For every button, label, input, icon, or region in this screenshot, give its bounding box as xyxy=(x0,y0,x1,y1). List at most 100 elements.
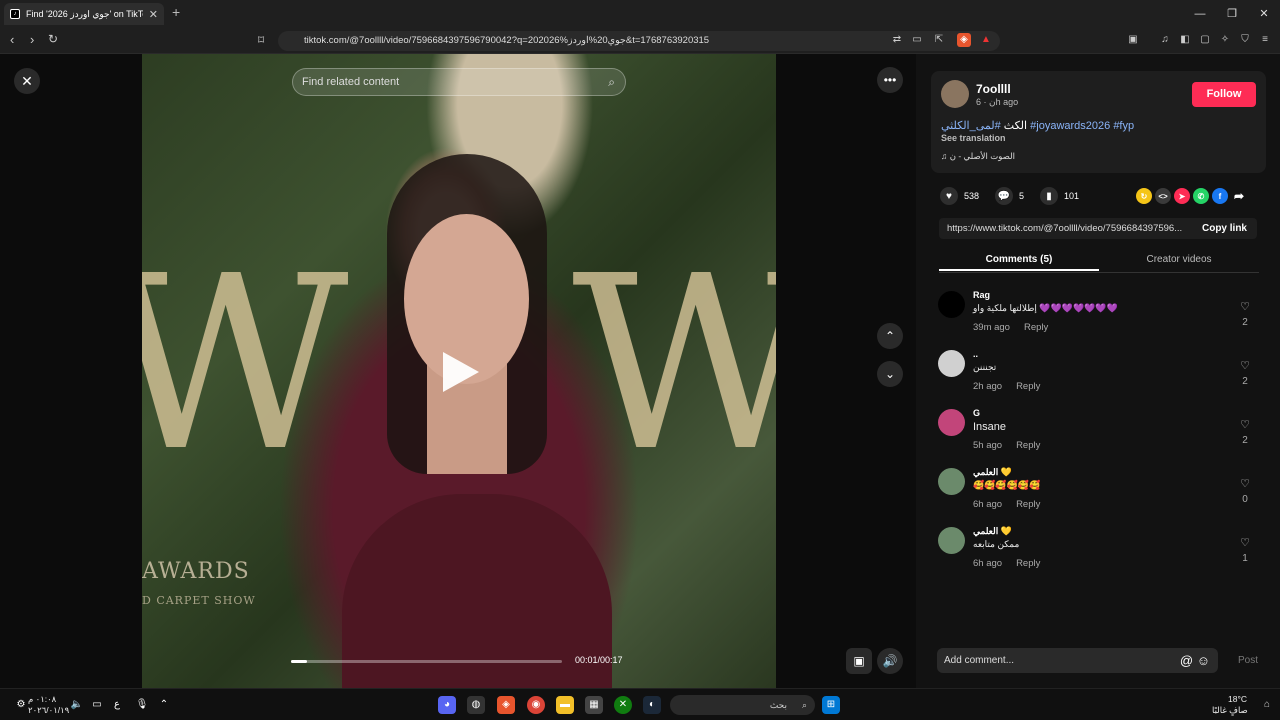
chrome-icon[interactable]: ◉ xyxy=(527,696,545,714)
weather-desc[interactable]: صافٍ غالبًا xyxy=(1212,705,1248,716)
comment-like-icon[interactable]: ♡ xyxy=(1240,536,1250,549)
emoji-icon[interactable]: ☺ xyxy=(1197,653,1210,668)
microphone-icon[interactable]: 🎙 xyxy=(133,696,151,714)
next-video-button[interactable]: ⌄ xyxy=(877,361,903,387)
reply-button[interactable]: Reply xyxy=(1024,322,1048,333)
comment-icon[interactable]: 💬 xyxy=(995,187,1014,205)
wallet-icon[interactable]: ▣ xyxy=(1126,33,1140,47)
related-search-input[interactable]: Find related content ⌕ xyxy=(292,68,626,96)
send-icon[interactable]: ➤ xyxy=(1174,188,1190,204)
language-indicator[interactable]: ع xyxy=(108,696,126,714)
taskbar-search[interactable]: بحث ⌕ xyxy=(670,695,815,715)
music-link[interactable]: ♫ الصوت الأصلي - ن xyxy=(941,151,1015,162)
creator-avatar[interactable] xyxy=(941,80,969,108)
volume-icon[interactable]: 🔊 xyxy=(877,648,903,674)
search-icon[interactable]: ⌕ xyxy=(608,69,615,95)
bookmark-icon[interactable]: ⌑ xyxy=(258,33,264,47)
repost-icon[interactable]: ↻ xyxy=(1136,188,1152,204)
commenter-name[interactable]: Rag xyxy=(973,290,990,300)
previous-video-button[interactable]: ⌃ xyxy=(877,323,903,349)
app-icon[interactable]: ◍ xyxy=(467,696,485,714)
bookmark-save-icon[interactable]: ▮ xyxy=(1040,187,1059,205)
whatsapp-icon[interactable]: ✆ xyxy=(1193,188,1209,204)
brave-icon[interactable]: ◈ xyxy=(497,696,515,714)
commenter-avatar[interactable] xyxy=(938,291,965,318)
file-explorer-icon[interactable]: ▬ xyxy=(556,696,574,714)
post-description: الكث #لمى_الكلثي #joyawards2026 #fyp xyxy=(941,119,1134,132)
commenter-name[interactable]: العلمي 💛 xyxy=(973,467,1012,478)
rewards-icon[interactable]: ▲ xyxy=(979,33,993,47)
minimize-button[interactable]: — xyxy=(1184,0,1216,28)
maximize-button[interactable]: ❐ xyxy=(1216,0,1248,28)
post-comment-button[interactable]: Post xyxy=(1238,655,1258,666)
back-icon[interactable]: ‹ xyxy=(10,32,14,47)
wallet2-icon[interactable]: ▢ xyxy=(1198,33,1212,47)
commenter-name[interactable]: .. xyxy=(973,349,978,359)
comment-like-icon[interactable]: ♡ xyxy=(1240,300,1250,313)
new-tab-button[interactable]: + xyxy=(172,4,180,20)
more-options-icon[interactable]: ••• xyxy=(877,67,903,93)
commenter-avatar[interactable] xyxy=(938,409,965,436)
reply-button[interactable]: Reply xyxy=(1016,440,1040,451)
embed-icon[interactable]: <> xyxy=(1155,188,1171,204)
browser-tab[interactable]: ♪ Find 'جوي اوردز 2026' on TikTok ✕ xyxy=(4,3,164,25)
windows-start-icon[interactable]: ⊞ xyxy=(822,696,840,714)
steam-icon[interactable]: ◐ xyxy=(643,696,661,714)
facebook-icon[interactable]: f xyxy=(1212,188,1228,204)
reply-button[interactable]: Reply xyxy=(1016,499,1040,510)
heart-icon[interactable]: ♥ xyxy=(940,187,958,205)
media-icon[interactable]: ♫ xyxy=(1158,33,1172,47)
forward-icon[interactable]: › xyxy=(30,32,34,47)
progress-bar[interactable] xyxy=(291,660,562,663)
tab-creator-videos[interactable]: Creator videos xyxy=(1099,251,1259,269)
os-taskbar: ⚙ ٠١:٠٨ م ٢٠٢٦/٠١/١٩ 🔈 ▭ ع 🎙 ⌃ ◕ ◍ ◈ ◉ ▬… xyxy=(0,688,1280,720)
creator-username[interactable]: 7oollll xyxy=(976,82,1011,96)
commenter-avatar[interactable] xyxy=(938,527,965,554)
network-icon[interactable]: ▭ xyxy=(88,696,106,714)
menu-icon[interactable]: ≡ xyxy=(1258,33,1272,47)
leo-icon[interactable]: ✧ xyxy=(1218,33,1232,47)
follow-button[interactable]: Follow xyxy=(1192,82,1256,107)
reply-button[interactable]: Reply xyxy=(1016,558,1040,569)
comment-time: 6h ago xyxy=(973,499,1003,510)
see-translation-link[interactable]: See translation xyxy=(941,133,1006,143)
commenter-name[interactable]: G xyxy=(973,408,980,418)
comment-meta: 39m ago Reply xyxy=(973,322,1048,333)
tab-title: Find 'جوي اوردز 2026' on TikTok xyxy=(26,8,143,19)
reload-icon[interactable]: ↻ xyxy=(48,32,58,46)
speaker-icon[interactable]: 🔈 xyxy=(68,696,86,714)
floating-player-icon[interactable]: ▣ xyxy=(846,648,872,674)
cast-icon[interactable]: ▭ xyxy=(910,33,924,47)
video-link[interactable]: https://www.tiktok.com/@7oollll/video/75… xyxy=(947,218,1191,239)
store-icon[interactable]: ▦ xyxy=(585,696,603,714)
brave-shield-icon[interactable]: ◈ xyxy=(957,33,971,47)
tray-chevron-icon[interactable]: ⌃ xyxy=(155,696,173,714)
close-video-button[interactable]: ✕ xyxy=(14,68,40,94)
share-arrow-icon[interactable]: ➦ xyxy=(1231,188,1247,204)
comment-like-icon[interactable]: ♡ xyxy=(1240,418,1250,431)
xbox-icon[interactable]: ✕ xyxy=(614,696,632,714)
reply-button[interactable]: Reply xyxy=(1016,381,1040,392)
comment-like-icon[interactable]: ♡ xyxy=(1240,477,1250,490)
sidebar-icon[interactable]: ◧ xyxy=(1178,33,1192,47)
play-icon[interactable] xyxy=(443,352,479,392)
commenter-avatar[interactable] xyxy=(938,468,965,495)
copy-link-button[interactable]: Copy link xyxy=(1202,218,1247,239)
comment-like-count: 0 xyxy=(1242,494,1248,505)
discord-icon[interactable]: ◕ xyxy=(438,696,456,714)
tab-comments[interactable]: Comments (5) xyxy=(939,251,1099,271)
desc-hashtags[interactable]: #لمى_الكلثي #joyawards2026 #fyp xyxy=(941,120,1134,132)
mention-icon[interactable]: @ xyxy=(1180,653,1193,668)
weather-temp[interactable]: 18°C xyxy=(1228,694,1247,704)
commenter-name[interactable]: العلمي 💛 xyxy=(973,526,1012,537)
vpn-icon[interactable]: ⛉ xyxy=(1238,33,1252,47)
post-meta: ن · 6h ago xyxy=(976,97,1019,107)
comment-like-icon[interactable]: ♡ xyxy=(1240,359,1250,372)
translate-icon[interactable]: ⇄ xyxy=(890,33,904,47)
add-comment-input[interactable]: Add comment... @ ☺ xyxy=(937,648,1218,673)
close-tab-icon[interactable]: ✕ xyxy=(149,8,158,21)
notification-icon[interactable]: ⌂ xyxy=(1258,696,1276,714)
close-window-button[interactable]: ✕ xyxy=(1248,0,1280,28)
share-page-icon[interactable]: ⇱ xyxy=(932,33,946,47)
commenter-avatar[interactable] xyxy=(938,350,965,377)
